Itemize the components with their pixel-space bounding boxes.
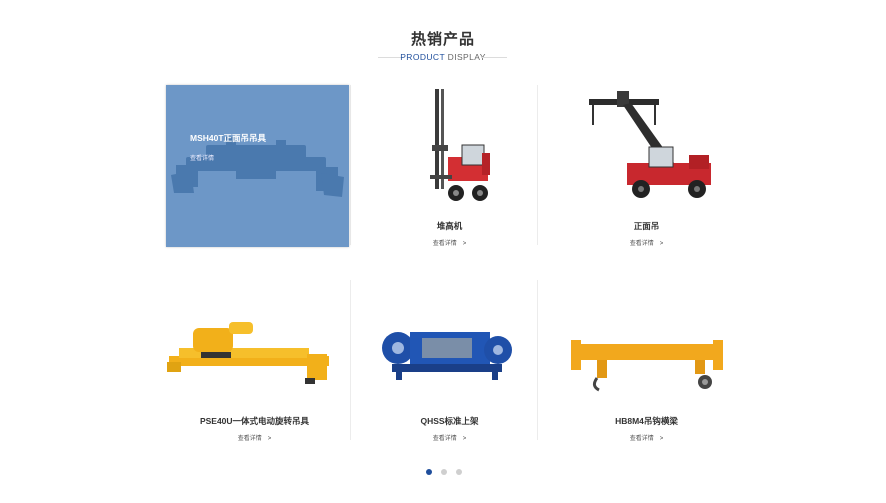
- view-details-label: 查看详情: [432, 241, 457, 247]
- qhss-headblock-image: [382, 332, 512, 380]
- section-title: 热销产品: [410, 31, 475, 48]
- product-grid: MSH40T正面吊吊具 查看详情 堆高机 查看详情 > 正面吊 查看详情 > P…: [157, 85, 747, 445]
- pagination-dot[interactable]: [426, 469, 432, 475]
- arrow-right-icon: >: [659, 436, 664, 442]
- view-details-link[interactable]: 查看详情 >: [549, 433, 744, 442]
- product-name: PSE40U一体式电动旋转吊具: [199, 416, 310, 426]
- product-card-msh40t[interactable]: MSH40T正面吊吊具 查看详情: [157, 85, 352, 250]
- product-name: 正面吊: [633, 221, 660, 231]
- rotating-spreader-image: [167, 322, 329, 384]
- product-name: MSH40T正面吊吊具: [190, 133, 267, 143]
- view-details-label: 查看详情: [629, 436, 654, 442]
- product-card-hb8m4[interactable]: HB8M4吊钩横梁 查看详情 >: [549, 280, 744, 445]
- subtitle-rest: DISPLAY: [444, 52, 486, 62]
- spreader-image: [171, 137, 344, 197]
- view-details-link[interactable]: 查看详情 >: [352, 238, 547, 247]
- view-details-link[interactable]: 查看详情: [190, 153, 214, 162]
- product-card-reach-stacker[interactable]: 正面吊 查看详情 >: [549, 85, 744, 250]
- product-card-pse40u[interactable]: PSE40U一体式电动旋转吊具 查看详情 >: [157, 280, 352, 445]
- product-card-overlay[interactable]: MSH40T正面吊吊具 查看详情: [166, 85, 349, 247]
- pagination-dot[interactable]: [456, 469, 462, 475]
- arrow-right-icon: >: [462, 241, 467, 247]
- product-name: QHSS标准上架: [420, 416, 479, 426]
- view-details-label: 查看详情: [432, 436, 457, 442]
- title-divider-right: [481, 57, 507, 58]
- view-details-link[interactable]: 查看详情 >: [352, 433, 547, 442]
- product-name: 堆高机: [436, 221, 463, 231]
- subtitle-accent: PRODUCT: [400, 52, 445, 62]
- product-card-stacker[interactable]: 堆高机 查看详情 >: [352, 85, 547, 250]
- view-details-label: 查看详情: [629, 241, 654, 247]
- view-details-label: 查看详情: [237, 436, 262, 442]
- pagination-dot[interactable]: [441, 469, 447, 475]
- product-name: HB8M4吊钩横梁: [615, 416, 678, 426]
- view-details-link[interactable]: 查看详情 >: [549, 238, 744, 247]
- view-details-link[interactable]: 查看详情 >: [157, 433, 352, 442]
- arrow-right-icon: >: [462, 436, 467, 442]
- stacker-image: [430, 89, 490, 201]
- section-subtitle: PRODUCT DISPLAY: [0, 52, 886, 62]
- hook-beam-image: [571, 340, 723, 392]
- product-card-qhss[interactable]: QHSS标准上架 查看详情 >: [352, 280, 547, 445]
- reach-stacker-image: [589, 91, 711, 198]
- arrow-right-icon: >: [267, 436, 272, 442]
- arrow-right-icon: >: [659, 241, 664, 247]
